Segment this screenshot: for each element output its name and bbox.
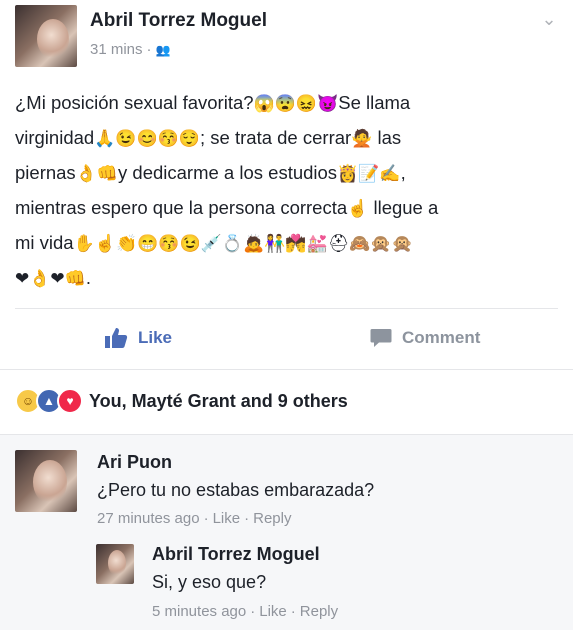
meta-separator: · (203, 510, 209, 527)
reaction-icons: ☺ ▲ ♥ (15, 388, 83, 414)
comment-author[interactable]: Ari Puon (97, 452, 172, 473)
reply-meta: 5 minutes ago · Like · Reply (152, 603, 338, 620)
comment-icon (370, 329, 392, 347)
comment-text: ¿Pero tu no estabas embarazada? (97, 480, 375, 500)
post-text-segment: , (400, 162, 406, 183)
author-name[interactable]: Abril Torrez Moguel (90, 10, 267, 32)
emoji-group: 🙅 (351, 129, 373, 148)
like-label: Like (138, 328, 173, 347)
emoji-group: 😱😨😖😈 (253, 94, 339, 113)
comment-reply-link[interactable]: Reply (253, 510, 291, 527)
post-line-1: ¿Mi posición sexual favorita?😱😨😖😈Se llam… (15, 86, 555, 121)
post-text-segment: ¿Mi posición sexual favorita? (15, 92, 254, 113)
post-line-5: mi vida✋☝👏😁😚😉💉💍🙇👫💏💒⛑🙈🙊🙊 (15, 226, 555, 261)
avatar-face (37, 19, 69, 59)
post-text-segment: las (372, 127, 402, 148)
divider (0, 434, 573, 435)
reply-avatar[interactable] (96, 544, 134, 584)
facebook-post: Abril Torrez Moguel 31 mins · 👥 ⌄ ¿Mi po… (0, 0, 573, 630)
emoji-group: 🙏😉😊😚😌 (94, 129, 201, 148)
meta-separator: · (250, 603, 256, 620)
reactions-summary[interactable]: ☺ ▲ ♥ You, Mayté Grant and 9 others (15, 386, 348, 416)
meta-separator: · (146, 41, 152, 58)
reactions-text[interactable]: You, Mayté Grant and 9 others (89, 391, 348, 412)
avatar-face (108, 550, 126, 576)
friends-icon[interactable]: 👥 (156, 43, 171, 57)
reply-like-link[interactable]: Like (259, 603, 287, 620)
post-line-6: ❤👌❤👊. (15, 261, 555, 296)
comment-button[interactable]: Comment (370, 322, 480, 354)
reply-author[interactable]: Abril Torrez Moguel (152, 544, 320, 565)
post-text-segment: llegue a (368, 197, 439, 218)
post-line-4: mientras espero que la persona correcta☝… (15, 191, 555, 226)
comment-label: Comment (402, 328, 481, 347)
emoji-group: ❤👌❤👊 (15, 269, 86, 288)
meta-separator: · (244, 510, 250, 527)
post-text-segment: mi vida (15, 232, 74, 253)
post-text-segment: Se llama (338, 92, 411, 113)
divider (0, 369, 573, 370)
post-time[interactable]: 31 mins (90, 41, 143, 58)
meta-separator: · (290, 603, 296, 620)
post-body: ¿Mi posición sexual favorita?😱😨😖😈Se llam… (15, 86, 555, 296)
post-text-segment: piernas (15, 162, 76, 183)
reply-time[interactable]: 5 minutes ago (152, 603, 246, 620)
emoji-group: 👌👊 (75, 164, 119, 183)
chevron-down-icon[interactable]: ⌄ (538, 8, 560, 30)
author-avatar[interactable] (15, 5, 77, 67)
emoji-group: ☝ (347, 199, 369, 218)
comment-meta: 27 minutes ago · Like · Reply (97, 510, 291, 527)
post-text-segment: ; se trata de cerrar (200, 127, 352, 148)
emoji-group: ✋☝👏😁😚😉💉💍🙇👫💏💒⛑🙈🙊🙊 (73, 234, 413, 253)
love-icon: ♥ (57, 388, 83, 414)
avatar-face (33, 460, 67, 504)
commenter-avatar[interactable] (15, 450, 77, 512)
emoji-group: 👸📝✍ (337, 164, 401, 183)
reply-reply-link[interactable]: Reply (300, 603, 338, 620)
post-text-segment: y dedicarme a los estudios (118, 162, 338, 183)
comment-like-link[interactable]: Like (213, 510, 241, 527)
comment-time[interactable]: 27 minutes ago (97, 510, 200, 527)
reply-text: Si, y eso que? (152, 572, 267, 592)
like-button[interactable]: Like (104, 322, 172, 354)
post-line-2: virginidad🙏😉😊😚😌; se trata de cerrar🙅 las (15, 121, 555, 156)
divider (15, 308, 558, 309)
post-line-3: piernas👌👊y dedicarme a los estudios👸📝✍, (15, 156, 555, 191)
comments-section (0, 434, 573, 630)
post-text-segment: . (85, 267, 91, 288)
thumbs-up-icon (105, 328, 128, 348)
post-meta: 31 mins · 👥 (90, 41, 170, 58)
post-text-segment: mientras espero que la persona correcta (15, 197, 348, 218)
post-text-segment: virginidad (15, 127, 95, 148)
